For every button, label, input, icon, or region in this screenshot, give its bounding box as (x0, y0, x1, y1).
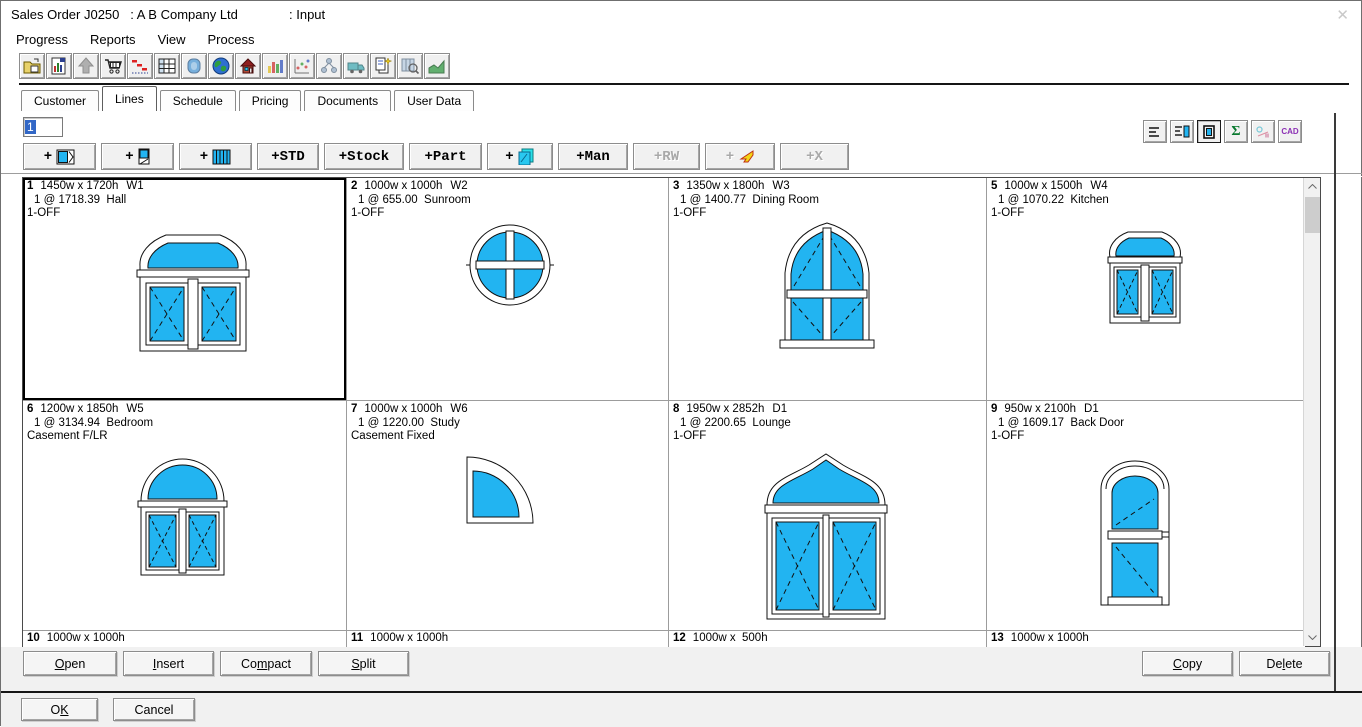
title-bar: Sales Order J0250 : A B Company Ltd : In… (1, 1, 1361, 27)
line-grid: 11450w x 1720hW1 1 @ 1718.39 Hall 1-OFF … (22, 177, 1321, 647)
line-cell-1[interactable]: 11450w x 1720hW1 1 @ 1718.39 Hall 1-OFF (23, 178, 347, 401)
window-drawing-french-doors (761, 447, 891, 627)
line-number-value: 1 (25, 120, 36, 134)
order-cart-icon[interactable] (100, 53, 126, 79)
add-rw-button[interactable]: +RW (633, 143, 700, 170)
globe-icon[interactable] (208, 53, 234, 79)
add-frame-button[interactable]: + (23, 143, 96, 170)
scrollbar-thumb[interactable] (1305, 197, 1320, 233)
tab-user-data[interactable]: User Data (394, 90, 474, 111)
line-cell-10[interactable]: 101000w x 1000h (23, 631, 347, 647)
line-cell-2[interactable]: 21000w x 1000hW2 1 @ 655.00 Sunroom 1-OF… (347, 178, 669, 401)
window-title: Sales Order J0250 : A B Company Ltd (11, 7, 238, 22)
window-drawing-arch-door (1095, 451, 1175, 611)
copy-document-icon[interactable] (370, 53, 396, 79)
tab-customer[interactable]: Customer (21, 90, 99, 111)
line-cell-5[interactable]: 51000w x 1500hW4 1 @ 1070.22 Kitchen 1-O… (987, 178, 1305, 401)
toolbar-divider (19, 83, 1349, 85)
cad-view-button[interactable]: CAD (1278, 120, 1302, 143)
text-graphic-view-button[interactable] (1170, 120, 1194, 143)
line-cell-7[interactable]: 71000w x 1000hW6 1 @ 1220.00 Study Casem… (347, 401, 669, 631)
table-view-icon[interactable] (154, 53, 180, 79)
line-number-input[interactable]: 1 (23, 117, 63, 137)
line-cell-6[interactable]: 61200w x 1850hW5 1 @ 3134.94 Bedroom Cas… (23, 401, 347, 631)
window-design-icon[interactable] (181, 53, 207, 79)
compact-button[interactable]: Compact (220, 651, 312, 676)
open-button[interactable]: Open (23, 651, 117, 676)
menu-reports[interactable]: Reports (79, 29, 147, 50)
split-button[interactable]: Split (318, 651, 409, 676)
scroll-down-icon[interactable] (1304, 629, 1321, 646)
graph-colour-icon[interactable] (262, 53, 288, 79)
add-vent-button[interactable]: + (101, 143, 174, 170)
publish-arrow-icon[interactable] (73, 53, 99, 79)
line-cell-13[interactable]: 131000w x 1000h (987, 631, 1305, 647)
tab-strip: Customer Lines Schedule Pricing Document… (21, 87, 477, 111)
stock-graph-icon[interactable] (424, 53, 450, 79)
sales-order-window: { "window": { "title": "Sales Order J025… (0, 0, 1362, 726)
add-buttons-row: + + + +STD +Stock +Part + +Man +RW + +X (23, 143, 854, 170)
cost-view-button[interactable] (1251, 120, 1275, 143)
delivery-van-icon[interactable] (343, 53, 369, 79)
window-status: : Input (289, 7, 325, 22)
glass-icon (518, 148, 535, 165)
add-man-button[interactable]: +Man (558, 143, 628, 170)
add-arrow-button[interactable]: + (705, 143, 775, 170)
line-cell-9[interactable]: 9950w x 2100hD1 1 @ 1609.17 Back Door 1-… (987, 401, 1305, 631)
delete-button[interactable]: Delete (1239, 651, 1330, 676)
add-glass-button[interactable]: + (487, 143, 553, 170)
dialog-divider (1, 691, 1362, 693)
menu-bar: Progress Reports View Process (1, 27, 1361, 51)
add-bay-button[interactable]: + (179, 143, 252, 170)
home-icon[interactable] (235, 53, 261, 79)
ok-button[interactable]: OK (21, 698, 98, 721)
bay-window-icon (212, 149, 231, 165)
menu-process[interactable]: Process (197, 29, 266, 50)
cancel-button[interactable]: Cancel (113, 698, 195, 721)
schedule-gantt-icon[interactable] (127, 53, 153, 79)
tab-schedule[interactable]: Schedule (160, 90, 236, 111)
insert-button[interactable]: Insert (123, 651, 214, 676)
process-network-icon[interactable] (316, 53, 342, 79)
menu-view[interactable]: View (147, 29, 197, 50)
add-std-button[interactable]: +STD (257, 143, 319, 170)
vent-window-icon (138, 148, 150, 165)
toolbar (19, 53, 450, 81)
grid-scrollbar[interactable] (1303, 178, 1320, 646)
arrow-icon (738, 150, 754, 163)
open-order-icon[interactable] (19, 53, 45, 79)
window-drawing-gothic (777, 218, 877, 353)
line-cell-3[interactable]: 31350w x 1800hW3 1 @ 1400.77 Dining Room… (669, 178, 987, 401)
tab-documents[interactable]: Documents (304, 90, 391, 111)
window-drawing-quarter-circle (459, 449, 539, 529)
tab-pricing[interactable]: Pricing (239, 90, 302, 111)
add-part-button[interactable]: +Part (409, 143, 482, 170)
window-drawing-circle (465, 220, 555, 310)
graphic-view-button[interactable] (1197, 120, 1221, 143)
tab-lines[interactable]: Lines (102, 86, 157, 111)
line-cell-8[interactable]: 81950w x 2852hD1 1 @ 2200.65 Lounge 1-OF… (669, 401, 987, 631)
window-drawing-arch-casement-large (133, 226, 253, 356)
panel-right-edge (1334, 113, 1336, 691)
copy-button[interactable]: Copy (1142, 651, 1233, 676)
totals-sigma-button[interactable]: Σ (1224, 120, 1248, 143)
optimise-search-icon[interactable] (397, 53, 423, 79)
menu-progress[interactable]: Progress (5, 29, 79, 50)
line-cell-12[interactable]: 121000w x 500h (669, 631, 987, 647)
window-drawing-arch-casement-small (1105, 224, 1185, 329)
line-cell-11[interactable]: 111000w x 1000h (347, 631, 669, 647)
frame-window-icon (56, 149, 75, 165)
graph-stats-icon[interactable] (289, 53, 315, 79)
add-stock-button[interactable]: +Stock (324, 143, 404, 170)
add-x-button[interactable]: +X (780, 143, 849, 170)
report-chart-icon[interactable] (46, 53, 72, 79)
text-view-button[interactable] (1143, 120, 1167, 143)
window-drawing-round-arch-casement (135, 451, 230, 581)
close-icon[interactable]: ✕ (1336, 6, 1349, 24)
scroll-up-icon[interactable] (1304, 178, 1321, 195)
view-buttons: Σ CAD (1143, 120, 1302, 144)
